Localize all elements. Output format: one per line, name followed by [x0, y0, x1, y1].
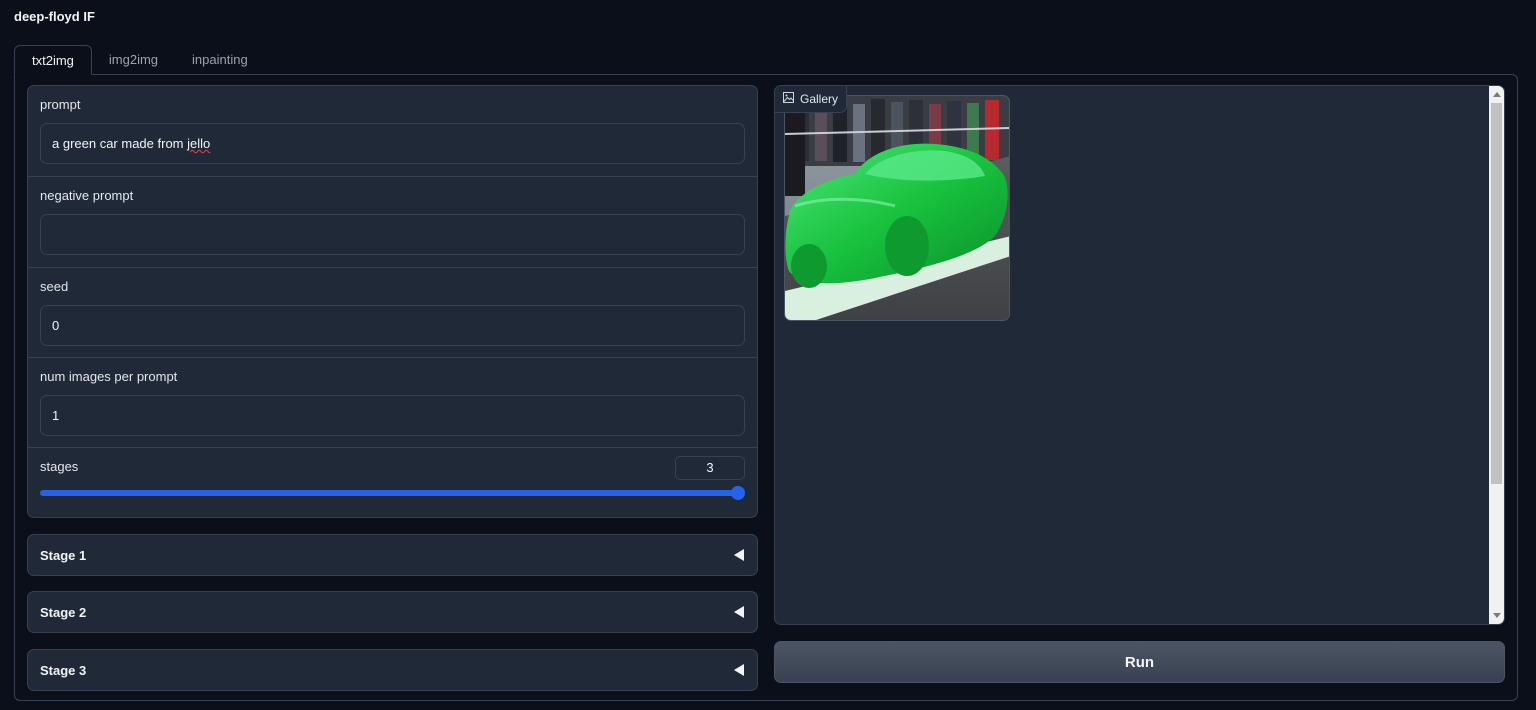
- tab-txt2img[interactable]: txt2img: [14, 45, 92, 75]
- gallery-label: Gallery: [775, 86, 848, 113]
- tab-inpainting[interactable]: inpainting: [175, 45, 265, 75]
- tab-panel-txt2img: [14, 74, 1518, 701]
- image-icon: [783, 92, 794, 106]
- tab-bar: txt2img img2img inpainting: [14, 45, 265, 75]
- gallery-label-text: Gallery: [800, 92, 839, 106]
- app-title: deep-floyd IF: [14, 9, 95, 24]
- tab-img2img[interactable]: img2img: [92, 45, 175, 75]
